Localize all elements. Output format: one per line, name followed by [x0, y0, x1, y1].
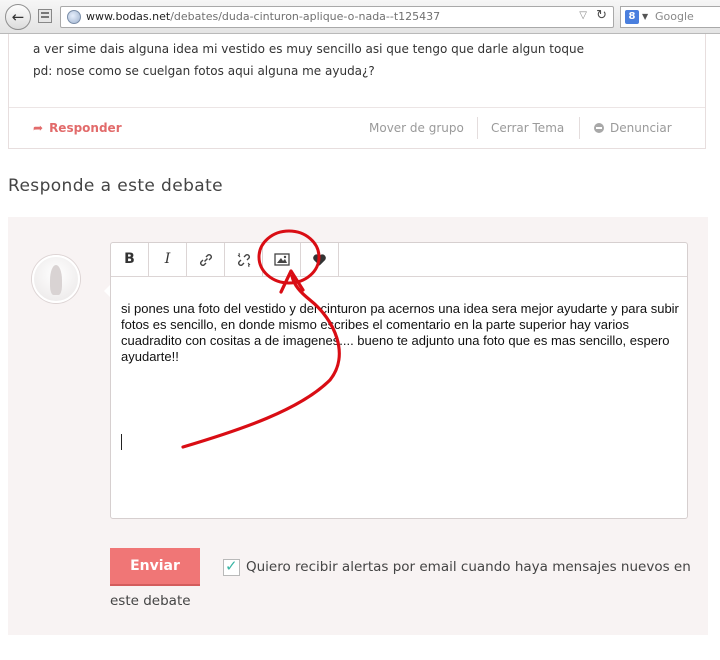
page-menu-icon[interactable]	[38, 9, 52, 23]
reply-label: Responder	[49, 121, 122, 135]
google-search-icon: 8	[625, 10, 639, 24]
bold-button[interactable]: B	[111, 243, 149, 276]
reload-icon[interactable]: ↻	[596, 8, 607, 23]
search-input[interactable]: Google	[655, 10, 694, 23]
globe-icon	[67, 10, 81, 24]
italic-button[interactable]: I	[149, 243, 187, 276]
close-topic-link[interactable]: Cerrar Tema	[491, 121, 564, 135]
url-domain: www.bodas.net	[86, 10, 171, 23]
rich-text-editor[interactable]: B I si pones una foto del vestido y del …	[110, 242, 688, 519]
reply-arrow-icon: ➦	[33, 121, 44, 135]
post-body-line-1: a ver sime dais alguna idea mi vestido e…	[33, 42, 584, 56]
post-body-line-2: pd: nose como se cuelgan fotos aqui algu…	[33, 64, 375, 78]
post-card: a ver sime dais alguna idea mi vestido e…	[8, 34, 706, 149]
alerts-checkbox[interactable]: ✓	[223, 557, 240, 576]
send-button[interactable]: Enviar	[110, 548, 200, 586]
denounce-link[interactable]: Denunciar	[594, 121, 672, 135]
bride-figure-icon	[50, 265, 62, 295]
section-title: Responde a este debate	[8, 176, 224, 196]
editor-content[interactable]: si pones una foto del vestido y del cint…	[121, 301, 681, 365]
image-button[interactable]	[263, 243, 301, 276]
heart-icon	[313, 254, 326, 266]
url-text: www.bodas.net/debates/duda-cinturon-apli…	[86, 10, 440, 23]
reply-link[interactable]: ➦ Responder	[33, 121, 122, 135]
browser-toolbar: ← www.bodas.net/debates/duda-cinturon-ap…	[0, 0, 720, 34]
search-engine-dropdown-icon[interactable]: ▼	[642, 12, 648, 21]
editor-toolbar: B I	[111, 243, 687, 277]
back-button[interactable]: ←	[5, 4, 31, 30]
url-path: /debates/duda-cinturon-aplique-o-nada--t…	[170, 10, 441, 23]
denounce-icon	[594, 123, 604, 133]
alerts-label: Quiero recibir alertas por email cuando …	[246, 559, 691, 575]
heart-button[interactable]	[301, 243, 339, 276]
reply-form: B I si pones una foto del vestido y del …	[8, 217, 708, 635]
alerts-label-continued: este debate	[110, 593, 191, 609]
move-group-link[interactable]: Mover de grupo	[369, 121, 464, 135]
unlink-icon	[237, 252, 250, 268]
back-arrow-icon: ←	[11, 8, 25, 26]
checkmark-icon: ✓	[225, 557, 238, 575]
action-divider	[477, 117, 478, 139]
url-history-dropdown-icon[interactable]: ▽	[579, 10, 587, 21]
search-box[interactable]: 8 ▼ Google	[620, 6, 720, 28]
avatar	[32, 255, 80, 303]
address-bar[interactable]: www.bodas.net/debates/duda-cinturon-apli…	[60, 6, 614, 28]
link-button[interactable]	[187, 243, 225, 276]
text-caret	[121, 434, 122, 450]
action-divider	[579, 117, 580, 139]
post-divider	[9, 107, 705, 108]
denounce-label: Denunciar	[610, 121, 672, 135]
image-icon	[273, 253, 290, 266]
link-icon	[199, 254, 212, 266]
unlink-button[interactable]	[225, 243, 263, 276]
